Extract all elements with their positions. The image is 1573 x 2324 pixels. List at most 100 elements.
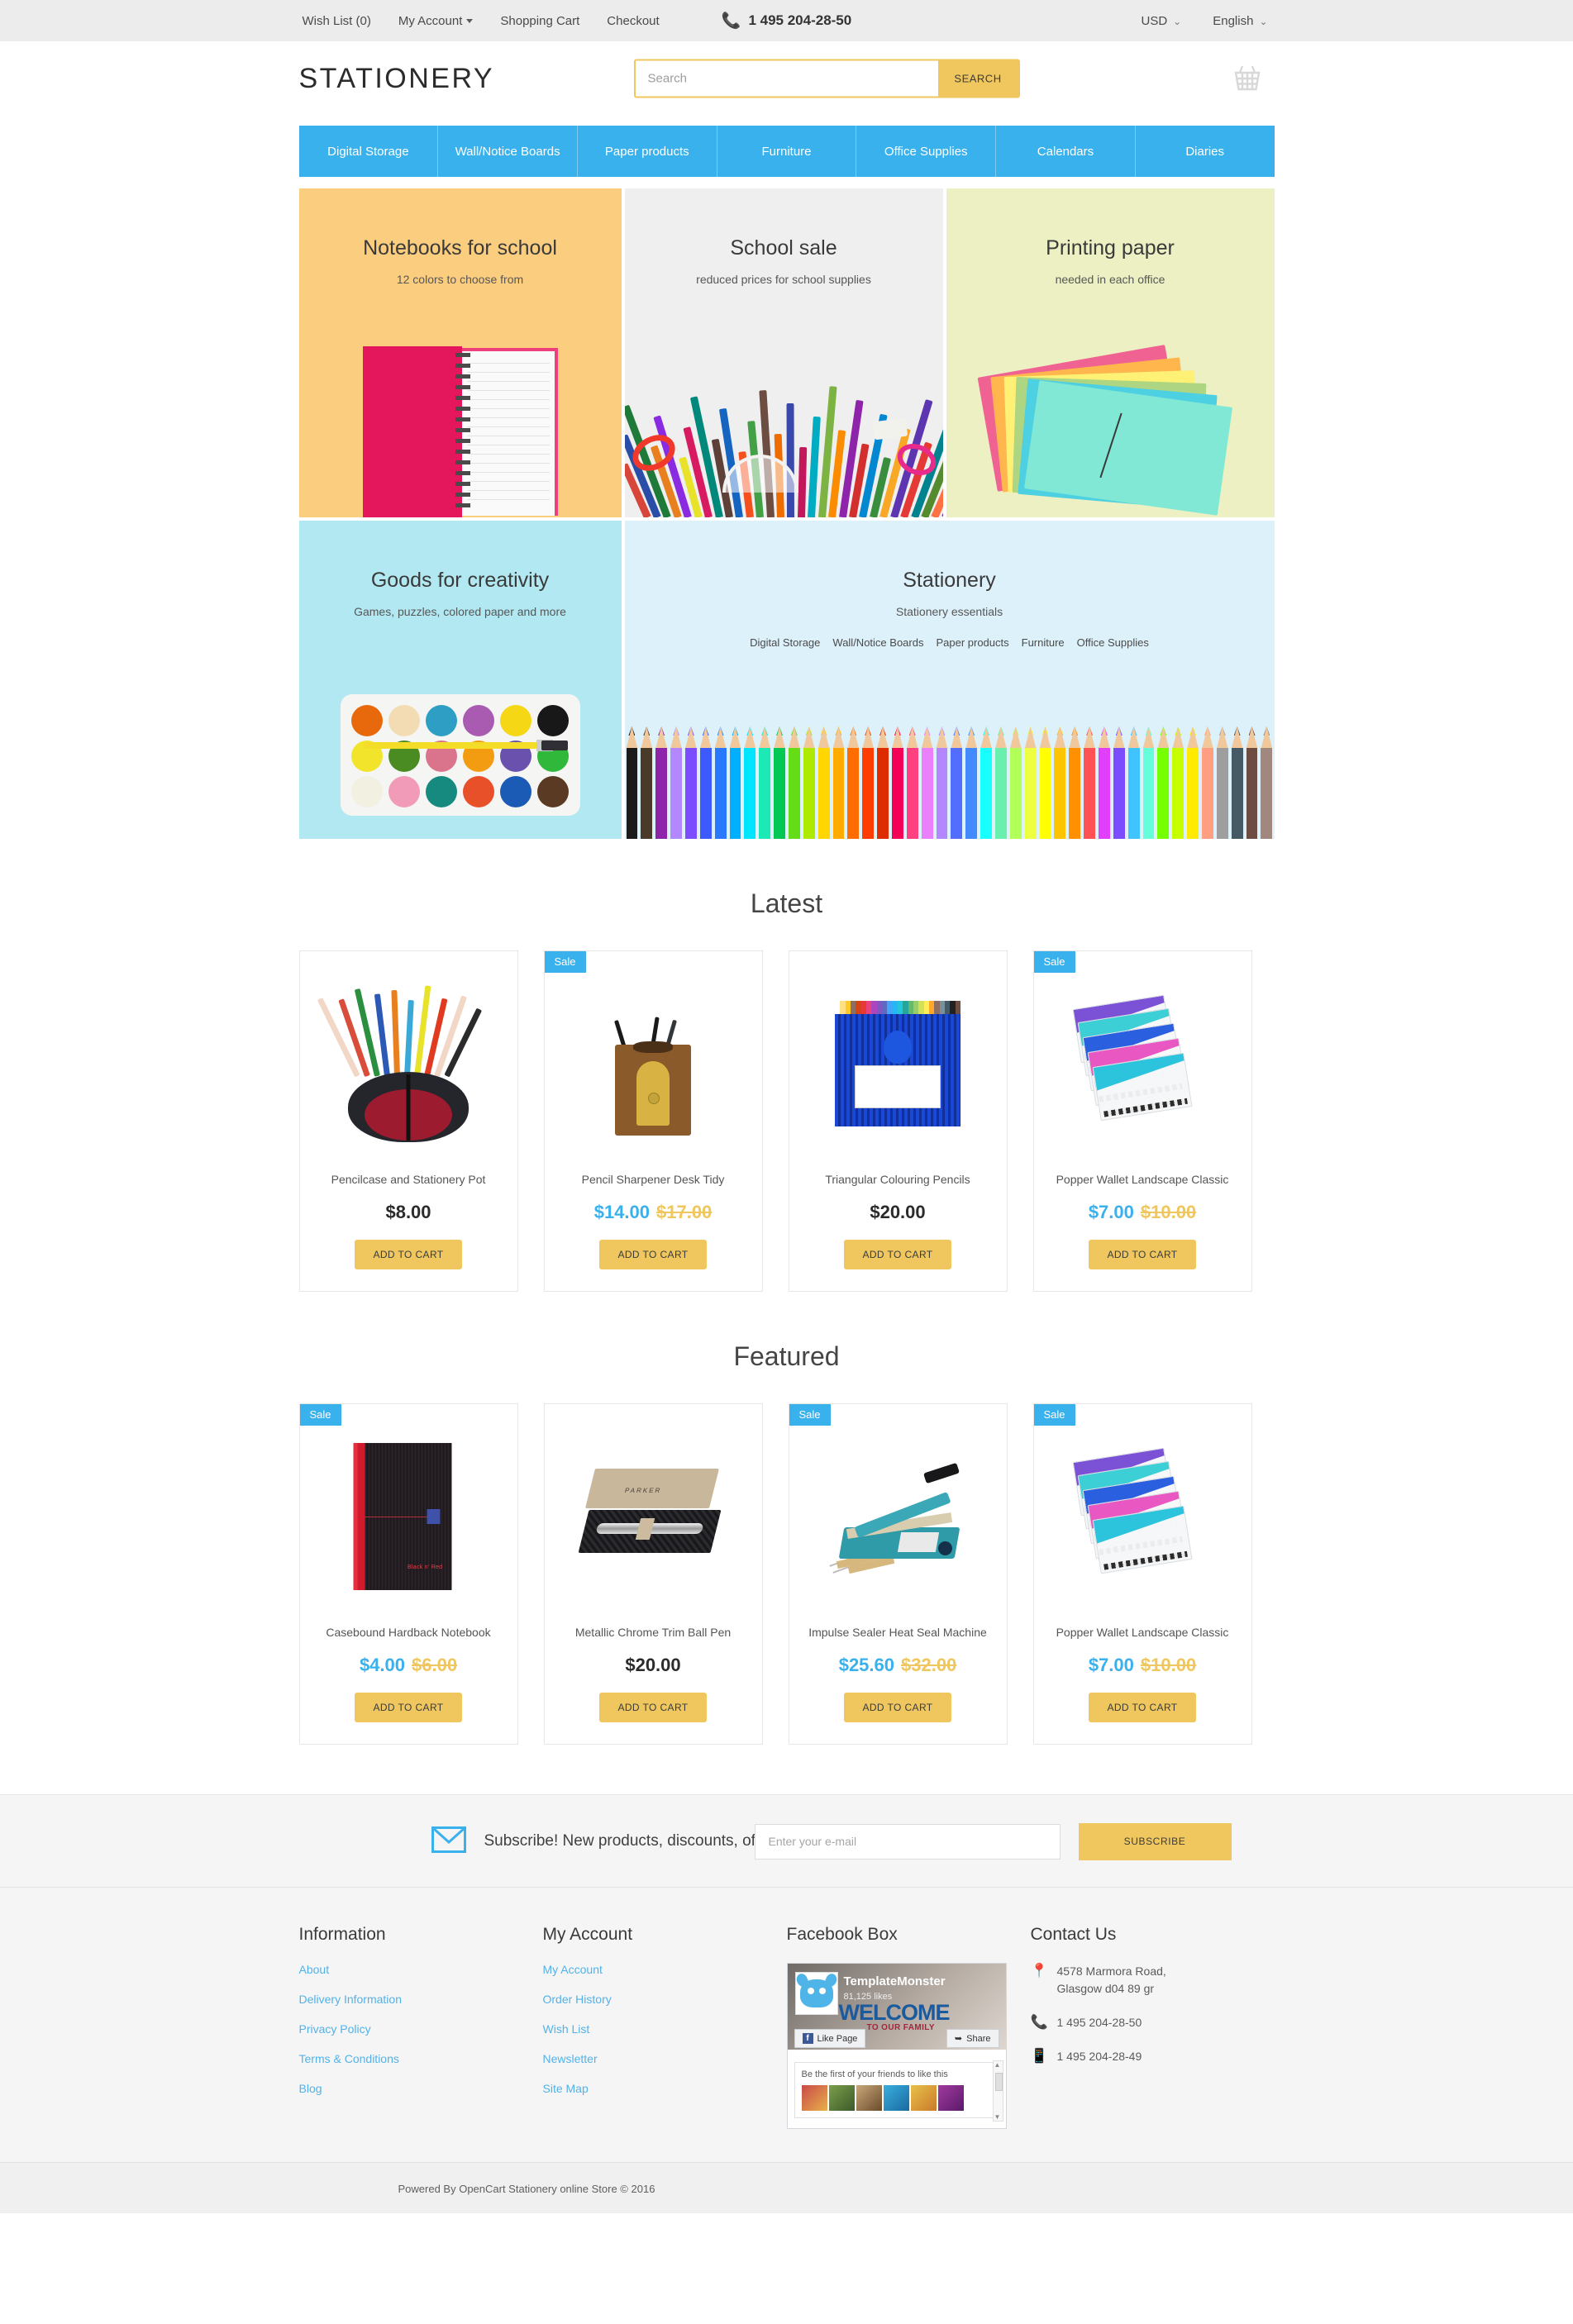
nav-item-diaries[interactable]: Diaries xyxy=(1136,126,1275,177)
product-card[interactable]: Sale Black n' Red Casebound Hardback Not… xyxy=(298,1403,518,1745)
add-to-cart-button[interactable]: ADD TO CART xyxy=(355,1693,462,1723)
banner-stationery[interactable]: Stationery Stationery essentials Digital… xyxy=(624,521,1275,839)
product-image xyxy=(789,968,1007,1160)
banner-link-wall-notice-boards[interactable]: Wall/Notice Boards xyxy=(832,636,923,649)
sale-badge: Sale xyxy=(299,1404,341,1426)
product-name: Triangular Colouring Pencils xyxy=(825,1173,970,1186)
product-price-value: $7.00 xyxy=(1088,1655,1134,1676)
copyright-text: Powered By OpenCart Stationery online St… xyxy=(398,2182,655,2195)
facebook-widget[interactable]: WELCOME TO OUR FAMILY TemplateMonster 81… xyxy=(786,1963,1007,2130)
top-link-my-account[interactable]: My Account xyxy=(398,14,474,28)
add-to-cart-button[interactable]: ADD TO CART xyxy=(844,1240,951,1270)
footer-link-order-history[interactable]: Order History xyxy=(543,1993,787,2006)
product-name: Popper Wallet Landscape Classic xyxy=(1056,1173,1229,1186)
banner-category-links: Digital Storage Wall/Notice Boards Paper… xyxy=(750,636,1149,649)
top-bar-links: Wish List (0) My Account Shopping Cart C… xyxy=(303,14,660,28)
product-card[interactable]: PARKER Metallic Chrome Trim Ball Pen $20… xyxy=(543,1403,763,1745)
facebook-like-button[interactable]: f Like Page xyxy=(794,2029,866,2049)
product-image xyxy=(1034,1421,1251,1612)
banner-school-sale[interactable]: School sale reduced prices for school su… xyxy=(624,188,943,517)
footer-link-my-account[interactable]: My Account xyxy=(543,1963,787,1976)
currency-selector[interactable]: USD ⌄ xyxy=(1142,14,1182,28)
product-card[interactable]: Pencilcase and Stationery Pot $8.00 ADD … xyxy=(298,950,518,1293)
product-card[interactable]: Triangular Colouring Pencils $20.00 ADD … xyxy=(788,950,1008,1293)
banner-subtitle: Stationery essentials xyxy=(895,605,1003,618)
mobile-phone-icon: 📱 xyxy=(1030,2048,1048,2064)
footer-heading-my-account: My Account xyxy=(542,1925,633,1945)
facebook-f-icon: f xyxy=(802,2033,813,2045)
product-image: Black n' Red xyxy=(300,1421,517,1612)
product-name: Casebound Hardback Notebook xyxy=(326,1626,491,1640)
facebook-like-label: Like Page xyxy=(817,2033,858,2044)
footer-link-about[interactable]: About xyxy=(299,1963,543,1976)
nav-item-wall-notice-boards[interactable]: Wall/Notice Boards xyxy=(438,126,578,177)
nav-item-calendars[interactable]: Calendars xyxy=(996,126,1136,177)
footer-link-terms-conditions[interactable]: Terms & Conditions xyxy=(299,2052,543,2065)
top-bar-selectors: USD ⌄ English ⌄ xyxy=(1142,14,1268,28)
footer-link-site-map[interactable]: Site Map xyxy=(543,2082,787,2095)
product-card[interactable]: Sale Impulse Sealer Heat Seal Machine $2… xyxy=(788,1403,1008,1745)
footer-link-privacy-policy[interactable]: Privacy Policy xyxy=(299,2022,543,2036)
footer-link-delivery-information[interactable]: Delivery Information xyxy=(299,1993,543,2006)
newsletter-text: Subscribe! New products, discounts, offe… xyxy=(484,1832,786,1850)
top-link-checkout[interactable]: Checkout xyxy=(607,14,659,28)
banner-link-office-supplies[interactable]: Office Supplies xyxy=(1077,636,1149,649)
product-price-value: $4.00 xyxy=(359,1655,405,1676)
add-to-cart-button[interactable]: ADD TO CART xyxy=(1089,1240,1196,1270)
product-card[interactable]: Sale Pencil Sharpener Desk Tidy $14.00 $1… xyxy=(543,950,763,1293)
paint-palette-illustration xyxy=(340,694,580,816)
product-card[interactable]: Sale Popper Wallet Landscape Classic $7.… xyxy=(1032,950,1252,1293)
add-to-cart-button[interactable]: ADD TO CART xyxy=(599,1693,707,1723)
top-link-shopping-cart[interactable]: Shopping Cart xyxy=(500,14,579,28)
banner-link-digital-storage[interactable]: Digital Storage xyxy=(750,636,820,649)
product-card[interactable]: Sale Popper Wallet Landscape Classic $7.… xyxy=(1032,1403,1252,1745)
contact-address: 4578 Marmora Road, Glasgow d04 89 gr xyxy=(1056,1964,1166,1996)
product-old-price: $17.00 xyxy=(656,1202,713,1223)
chevron-down-icon: ⌄ xyxy=(1173,15,1182,27)
add-to-cart-button[interactable]: ADD TO CART xyxy=(599,1240,707,1270)
language-selector[interactable]: English ⌄ xyxy=(1213,14,1267,28)
newsletter-email-input[interactable] xyxy=(754,1823,1061,1860)
footer-link-wish-list[interactable]: Wish List xyxy=(543,2022,787,2036)
product-image xyxy=(1034,968,1251,1160)
caret-down-icon xyxy=(466,19,474,24)
banner-title: Goods for creativity xyxy=(370,569,550,592)
envelope-icon xyxy=(431,1826,466,1857)
site-header: STATIONERY SEARCH xyxy=(0,41,1573,116)
facebook-share-button[interactable]: ➥ Share xyxy=(946,2029,999,2049)
nav-item-paper-products[interactable]: Paper products xyxy=(578,126,717,177)
page-root: Wish List (0) My Account Shopping Cart C… xyxy=(0,0,1573,2214)
banner-link-paper-products[interactable]: Paper products xyxy=(936,636,1008,649)
site-logo[interactable]: STATIONERY xyxy=(299,63,495,95)
phone-icon: 📞 xyxy=(721,12,741,30)
banner-subtitle: 12 colors to choose from xyxy=(396,273,524,286)
search-button[interactable]: SEARCH xyxy=(937,60,1018,97)
colored-pencils-illustration xyxy=(625,715,1275,839)
add-to-cart-button[interactable]: ADD TO CART xyxy=(355,1240,462,1270)
footer-link-blog[interactable]: Blog xyxy=(299,2082,543,2095)
section-title-latest: Latest xyxy=(750,888,823,918)
contact-mobile: 1 495 204-28-49 xyxy=(1056,2050,1142,2064)
nav-item-furniture[interactable]: Furniture xyxy=(717,126,857,177)
banner-goods-for-creativity[interactable]: Goods for creativity Games, puzzles, col… xyxy=(298,521,622,839)
product-price-value: $20.00 xyxy=(870,1202,926,1223)
product-price: $25.60 $32.00 xyxy=(789,1655,1007,1676)
banner-notebooks-for-school[interactable]: Notebooks for school 12 colors to choose… xyxy=(298,188,622,517)
facebook-share-label: Share xyxy=(966,2033,991,2044)
shopping-basket-icon[interactable] xyxy=(1228,62,1266,95)
add-to-cart-button[interactable]: ADD TO CART xyxy=(1089,1693,1196,1723)
top-link-wishlist[interactable]: Wish List (0) xyxy=(303,14,371,28)
banner-title: Notebooks for school xyxy=(363,236,557,260)
banner-printing-paper[interactable]: Printing paper needed in each office xyxy=(946,188,1275,517)
nav-item-digital-storage[interactable]: Digital Storage xyxy=(299,126,439,177)
subscribe-button[interactable]: SUBSCRIBE xyxy=(1078,1822,1232,1860)
nav-item-office-supplies[interactable]: Office Supplies xyxy=(856,126,997,177)
site-footer: Information About Delivery Information P… xyxy=(0,1887,1573,2163)
add-to-cart-button[interactable]: ADD TO CART xyxy=(844,1693,951,1723)
search-input[interactable] xyxy=(635,60,938,97)
banner-link-furniture[interactable]: Furniture xyxy=(1022,636,1065,649)
paper-stack-illustration xyxy=(977,345,1234,516)
top-bar-phone-number: 1 495 204-28-50 xyxy=(748,12,852,28)
footer-link-newsletter[interactable]: Newsletter xyxy=(543,2052,787,2065)
facebook-scrollbar[interactable] xyxy=(992,2060,1003,2122)
